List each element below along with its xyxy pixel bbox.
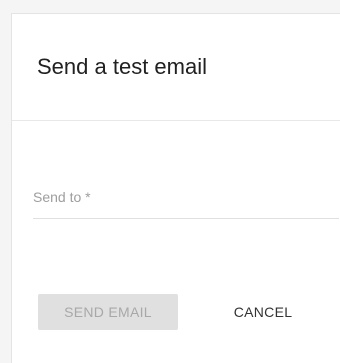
dialog-header: Send a test email <box>12 14 340 121</box>
cancel-button[interactable]: CANCEL <box>213 294 313 330</box>
send-email-button[interactable]: SEND EMAIL <box>38 294 178 330</box>
send-to-input[interactable] <box>33 179 339 217</box>
dialog-title: Send a test email <box>37 54 207 79</box>
send-to-field[interactable]: Send to * <box>33 179 339 219</box>
test-email-dialog: Send a test email Send to * SEND EMAIL C… <box>11 13 340 363</box>
send-to-underline <box>33 218 339 219</box>
